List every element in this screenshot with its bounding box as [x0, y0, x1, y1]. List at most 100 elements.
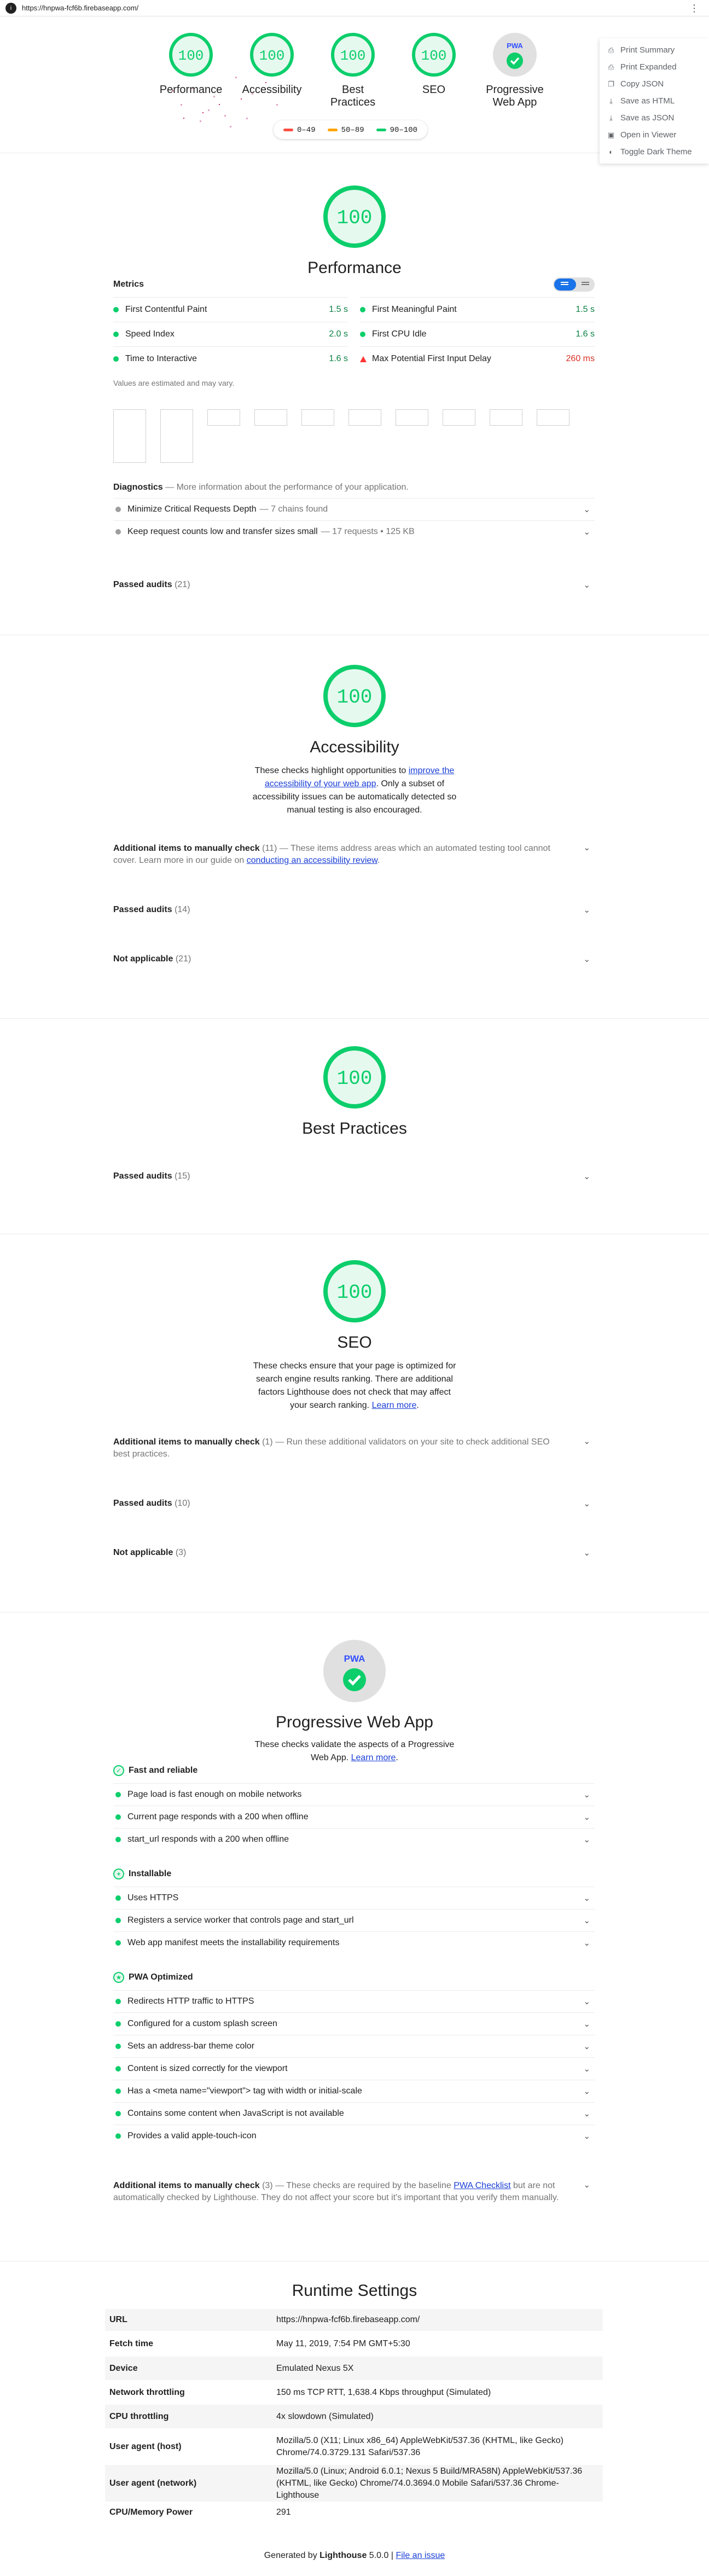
chevron-down-icon: ⌄ [583, 1437, 590, 1446]
fail-icon [360, 356, 367, 362]
chevron-down-icon: ⌄ [583, 1997, 590, 2006]
audit-load-fast[interactable]: Page load is fast enough on mobile netwo… [113, 1783, 595, 1806]
table-row: CPU throttling 4x slowdown (Simulated) [105, 2405, 603, 2428]
menu-copy-json[interactable]: ❐ Copy JSON [600, 76, 709, 92]
print-icon: ⎙ [608, 62, 614, 71]
passed-audits-toggle[interactable]: Passed audits (14) ⌄ [113, 905, 595, 915]
chevron-down-icon: ⌄ [583, 843, 590, 852]
chevron-down-icon: ⌄ [583, 1894, 590, 1903]
chevron-down-icon: ⌄ [583, 581, 590, 590]
menu-open-viewer[interactable]: ▣ Open in Viewer [600, 126, 709, 143]
audit-content-width[interactable]: Content is sized correctly for the viewp… [113, 2057, 595, 2080]
audit-without-javascript[interactable]: Contains some content when JavaScript is… [113, 2102, 595, 2125]
a11y-review-link[interactable]: conducting an accessibility review [247, 856, 377, 865]
pass-icon [115, 1940, 121, 1946]
page-url[interactable]: https://hnpwa-fcf6b.firebaseapp.com/ [22, 4, 138, 12]
menu-print-expanded[interactable]: ⎙ Print Expanded [600, 59, 709, 76]
metrics-view-toggle[interactable] [553, 277, 595, 292]
gauge-performance[interactable]: 100 Performance [159, 32, 223, 109]
chevron-down-icon: ⌄ [583, 1548, 590, 1558]
diagnostics-header: Diagnostics — More information about the… [113, 483, 409, 492]
performance-gauge: 100 [323, 185, 386, 248]
filmstrip-frame [254, 409, 287, 426]
metrics-grid: First Contentful Paint 1.5 s First Meanin… [113, 297, 595, 371]
gauge-label: Performance [159, 84, 223, 96]
info-icon [115, 507, 121, 512]
accessibility-section: 100 Accessibility These checks highlight… [0, 636, 709, 1019]
metrics-note: Values are estimated and may vary. [113, 379, 235, 387]
gauge-score: 100 [178, 48, 204, 64]
chevron-down-icon: ⌄ [583, 1835, 590, 1844]
pwa-group-installable: + Installable [113, 1867, 595, 1881]
chevron-down-icon: ⌄ [583, 505, 590, 514]
pwa-group-fast-reliable: ✓ Fast and reliable [113, 1763, 595, 1778]
info-icon [115, 529, 121, 535]
chevron-down-icon: ⌄ [583, 1939, 590, 1948]
not-applicable-toggle[interactable]: Not applicable (21) ⌄ [113, 954, 595, 964]
audit-manifest[interactable]: Web app manifest meets the installabilit… [113, 1931, 595, 1954]
score-gauges: 100 Performance 100 Accessibility 100 Be… [159, 32, 547, 109]
audit-offline-200[interactable]: Current page responds with a 200 when of… [113, 1806, 595, 1828]
pass-icon [360, 332, 365, 337]
metric-first-cpu-idle: First CPU Idle 1.6 s [360, 322, 595, 346]
chevron-down-icon: ⌄ [583, 1790, 590, 1800]
pass-icon [115, 1918, 121, 1923]
pwa-badge-text: PWA [507, 42, 523, 50]
pwa-checklist-link[interactable]: PWA Checklist [454, 2181, 510, 2190]
pass-icon [115, 2111, 121, 2116]
accessibility-gauge: 100 [323, 665, 386, 727]
table-row: Network throttling 150 ms TCP RTT, 1,638.… [109, 2387, 491, 2397]
gauge-label: SEO [422, 84, 446, 96]
manual-check-toggle[interactable]: Additional items to manually check (3) —… [113, 2180, 595, 2204]
audit-start-url-offline[interactable]: start_url responds with a 200 when offli… [113, 1828, 595, 1850]
filmstrip-frame [396, 409, 428, 426]
gauge-pwa[interactable]: PWA Progressive Web App [483, 32, 547, 109]
menu-save-json[interactable]: ⤓ Save as JSON [600, 109, 709, 126]
not-applicable-toggle[interactable]: Not applicable (3) ⌄ [113, 1548, 595, 1558]
file-issue-link[interactable]: File an issue [396, 2551, 445, 2560]
manual-check-toggle[interactable]: Additional items to manually check (11) … [113, 843, 595, 867]
gauge-best-practices[interactable]: 100 Best Practices [321, 32, 385, 109]
passed-audits-toggle[interactable]: Passed audits (15) ⌄ [113, 1171, 595, 1181]
category-title: SEO [337, 1333, 372, 1351]
passed-audits-toggle[interactable]: Passed audits (21) ⌄ [113, 580, 595, 590]
download-icon: ⤓ [609, 113, 613, 122]
audit-service-worker[interactable]: Registers a service worker that controls… [113, 1909, 595, 1931]
chevron-down-icon: ⌄ [583, 1813, 590, 1822]
gauge-ring: 100 [169, 33, 213, 77]
audit-redirects-http[interactable]: Redirects HTTP traffic to HTTPS ⌄ [113, 1990, 595, 2012]
filmstrip-frame [443, 409, 475, 426]
menu-print-summary[interactable]: ⎙ Print Summary [600, 42, 709, 59]
seo-learn-link[interactable]: Learn more [372, 1401, 417, 1410]
filmstrip-frame [301, 409, 334, 426]
seo-gauge: 100 [323, 1260, 386, 1322]
pwa-learn-link[interactable]: Learn more [351, 1753, 396, 1762]
chevron-down-icon: ⌄ [583, 955, 590, 964]
audit-splash-screen[interactable]: Configured for a custom splash screen ⌄ [113, 2012, 595, 2035]
audit-apple-touch-icon[interactable]: Provides a valid apple-touch-icon ⌄ [113, 2125, 595, 2147]
menu-save-html[interactable]: ⤓ Save as HTML [600, 92, 709, 109]
pass-icon [115, 2021, 121, 2027]
filmstrip-frame [537, 409, 569, 426]
audit-viewport[interactable]: Has a <meta name="viewport"> tag with wi… [113, 2080, 595, 2102]
pass-icon [115, 1814, 121, 1820]
category-description: These checks validate the aspects of a P… [254, 1740, 455, 1762]
scores-header: 100 Performance 100 Accessibility 100 Be… [0, 16, 709, 164]
audit-https[interactable]: Uses HTTPS ⌄ [113, 1887, 595, 1909]
chevron-down-icon: ⌄ [583, 2132, 590, 2141]
more-vert-icon[interactable]: ⋮ [689, 3, 699, 14]
category-description: These checks highlight opportunities to … [252, 766, 457, 815]
passed-audits-toggle[interactable]: Passed audits (10) ⌄ [113, 1499, 595, 1509]
audit-resource-summary[interactable]: Keep request counts low and transfer siz… [113, 520, 595, 543]
seo-section: 100 SEO These checks ensure that your pa… [0, 1235, 709, 1612]
pass-icon [113, 332, 119, 337]
audit-theme-color[interactable]: Sets an address-bar theme color ⌄ [113, 2035, 595, 2057]
gauge-accessibility[interactable]: 100 Accessibility [240, 32, 304, 109]
pwa-badge-icon: PWA [323, 1640, 386, 1702]
audit-critical-requests[interactable]: Minimize Critical Requests Depth — 7 chai… [113, 498, 595, 520]
manual-check-toggle[interactable]: Additional items to manually check (1) —… [113, 1436, 595, 1460]
tools-menu: ⎙ Print Summary ⎙ Print Expanded ❐ Copy JSO… [600, 38, 709, 164]
chevron-down-icon: ⌄ [583, 1172, 590, 1181]
category-description: These checks ensure that your page is op… [253, 1361, 456, 1410]
gauge-seo[interactable]: 100 SEO [402, 32, 466, 109]
